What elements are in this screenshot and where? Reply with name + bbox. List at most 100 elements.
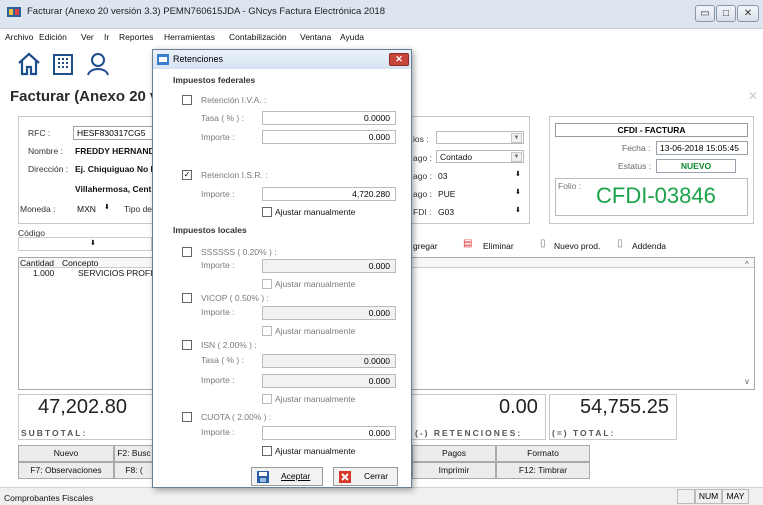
eliminar-button[interactable]: Eliminar [483, 241, 514, 251]
cerrar-button[interactable]: Cerrar [333, 467, 398, 486]
cuota-importe-label: Importe : [201, 427, 235, 437]
status-text: Comprobantes Fiscales [4, 493, 94, 503]
metodo-pago-value[interactable]: PUE [438, 189, 455, 199]
menu-ir[interactable]: Ir [104, 32, 109, 42]
direccion-label: Dirección : [28, 164, 69, 174]
cuota-checkbox[interactable] [182, 412, 192, 422]
menu-herramientas[interactable]: Herramientas [164, 32, 215, 42]
close-window-button[interactable]: ✕ [737, 5, 759, 22]
cfdi-header: CFDI - FACTURA [555, 123, 748, 137]
moneda-select[interactable]: MXN [77, 204, 96, 214]
cuota-ajustar-checkbox[interactable] [262, 446, 272, 456]
maximize-button[interactable]: □ [716, 5, 736, 22]
isr-importe-input[interactable]: 4,720.280 [262, 187, 396, 201]
company-icon[interactable] [50, 51, 76, 77]
user-icon[interactable] [85, 51, 111, 77]
forma-pago-value[interactable]: 03 [438, 171, 447, 181]
menu-ayuda[interactable]: Ayuda [340, 32, 364, 42]
vicop-checkbox[interactable] [182, 293, 192, 303]
column-header-cantidad[interactable]: Cantidad [20, 258, 54, 268]
codigo-dropdown-icon[interactable]: ⬇ [90, 239, 96, 247]
aceptar-button[interactable]: Aceptar [251, 467, 323, 486]
document-icon: ▯ [540, 238, 546, 249]
isn-ajustar-label: Ajustar manualmente [275, 394, 356, 404]
dropdown-icon[interactable]: ⬇ [515, 206, 521, 214]
cerrar-label: Cerrar [364, 471, 389, 481]
codigo-input[interactable] [18, 237, 152, 251]
timbrar-button[interactable]: F12: Timbrar [496, 462, 590, 479]
menu-ver[interactable]: Ver [81, 32, 94, 42]
agregar-button[interactable]: gregar [413, 241, 438, 251]
dialog-title-bar: Retenciones ✕ [153, 50, 411, 69]
direccion-line2: Villahermosa, Cent [75, 184, 152, 194]
close-form-icon[interactable]: ✕ [748, 89, 758, 103]
addenda-button[interactable]: Addenda [632, 241, 666, 251]
aceptar-label: Aceptar [281, 471, 311, 481]
isn-ajustar-checkbox[interactable] [262, 394, 272, 404]
cancel-icon [339, 471, 351, 483]
rfc-input[interactable]: HESF830317CG5 [73, 126, 158, 140]
status-badge: NUEVO [656, 159, 736, 173]
pagos-button[interactable]: Pagos [412, 445, 496, 462]
nuevo-producto-button[interactable]: Nuevo prod. [554, 241, 600, 251]
ret-isr-label: Retencion I.S.R. : [201, 170, 268, 180]
nuevo-button[interactable]: Nuevo [18, 445, 114, 462]
row-cantidad[interactable]: 1.000 [33, 268, 54, 278]
cuota-importe-input[interactable]: 0.000 [262, 426, 396, 440]
fecha-label: Fecha : [622, 143, 651, 153]
column-header-concepto[interactable]: Concepto [62, 258, 98, 268]
dropdown-icon[interactable]: ⬇ [515, 188, 521, 196]
scroll-down-icon[interactable]: v [745, 377, 749, 386]
menu-edicion[interactable]: Edición [39, 32, 67, 42]
menu-archivo[interactable]: Archivo [5, 32, 33, 42]
vicop-ajustar-checkbox[interactable] [262, 326, 272, 336]
ssssss-ajustar-checkbox[interactable] [262, 279, 272, 289]
home-icon[interactable] [16, 51, 42, 77]
f8-button[interactable]: F8: ( [114, 462, 154, 479]
menu-ventana[interactable]: Ventana [300, 32, 331, 42]
isn-tasa-input[interactable]: 0.0000 [262, 354, 396, 368]
isr-ajustar-checkbox[interactable] [262, 207, 272, 217]
dialog-app-icon [157, 54, 169, 65]
subtotal-value: 47,202.80 [38, 396, 127, 418]
scroll-up-icon[interactable]: ^ [745, 260, 749, 269]
subtotal-label: SUBTOTAL: [21, 428, 88, 438]
imprimir-button[interactable]: Imprimir [412, 462, 496, 479]
condicion-select[interactable]: Contado ▼ [436, 150, 524, 163]
moneda-label: Moneda : [20, 204, 56, 214]
federales-heading: Impuestos federales [173, 75, 256, 85]
isr-importe-label: Importe : [201, 189, 235, 199]
minimize-button[interactable]: ▭ [695, 5, 715, 22]
row-concepto[interactable]: SERVICIOS PROFI [78, 268, 152, 278]
vicop-importe-input[interactable]: 0.000 [262, 306, 396, 320]
formato-button[interactable]: Formato [496, 445, 590, 462]
ret-isr-checkbox[interactable]: ✓ [182, 170, 192, 180]
iva-importe-input[interactable]: 0.000 [262, 130, 396, 144]
dialog-close-button[interactable]: ✕ [389, 53, 409, 66]
ssssss-importe-input[interactable]: 0.000 [262, 259, 396, 273]
uso-select[interactable]: ▼ [436, 131, 524, 144]
uso-cfdi-label: FDI : [413, 207, 432, 217]
ssssss-ajustar-label: Ajustar manualmente [275, 279, 356, 289]
ssssss-checkbox[interactable] [182, 247, 192, 257]
uso-label: ios : [413, 134, 429, 144]
observaciones-button[interactable]: F7: Observaciones [18, 462, 114, 479]
uso-cfdi-value[interactable]: G03 [438, 207, 454, 217]
locales-heading: Impuestos locales [173, 225, 247, 235]
rfc-label: RFC : [28, 128, 51, 138]
iva-tasa-input[interactable]: 0.0000 [262, 111, 396, 125]
isn-importe-input[interactable]: 0.000 [262, 374, 396, 388]
isn-checkbox[interactable] [182, 340, 192, 350]
dropdown-icon[interactable]: ⬇ [515, 170, 521, 178]
menu-contabilizacion[interactable]: Contabilización [229, 32, 287, 42]
iva-tasa-label: Tasa ( % ) : [201, 113, 244, 123]
isn-tasa-label: Tasa ( % ) : [201, 355, 244, 365]
moneda-dropdown-icon[interactable]: ⬇ [104, 203, 110, 211]
ssssss-importe-label: Importe : [201, 260, 235, 270]
buscar-button[interactable]: F2: Busc [114, 445, 154, 462]
isr-ajustar-label: Ajustar manualmente [275, 207, 356, 217]
total-value: 54,755.25 [580, 396, 669, 418]
save-icon [257, 471, 269, 483]
ret-iva-checkbox[interactable] [182, 95, 192, 105]
menu-reportes[interactable]: Reportes [119, 32, 154, 42]
